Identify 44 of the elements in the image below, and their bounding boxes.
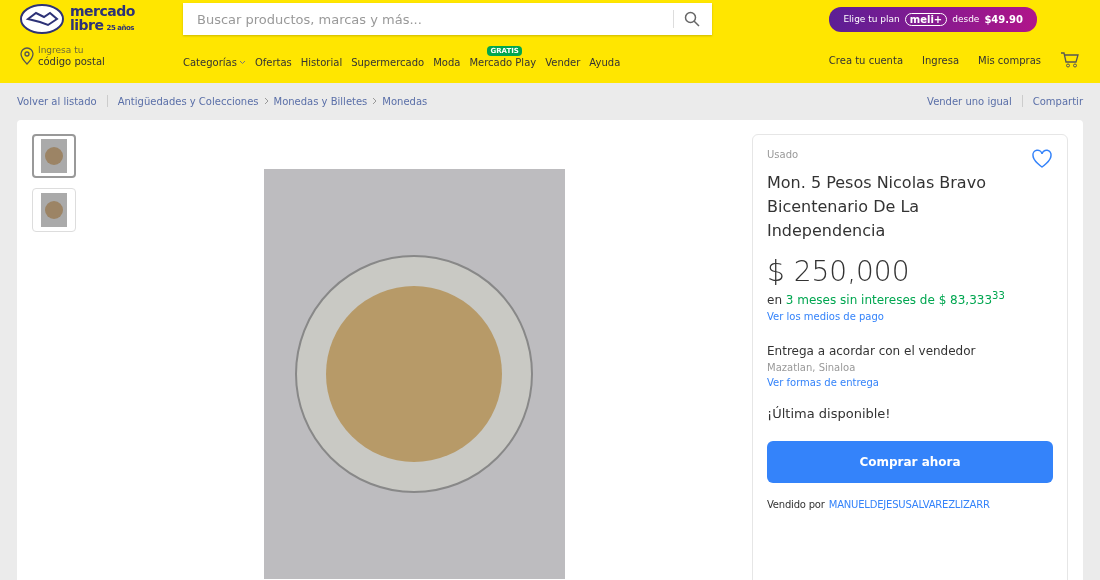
chevron-right-icon <box>263 97 269 105</box>
nav-link[interactable]: Categorías <box>183 57 237 68</box>
payment-methods-link[interactable]: Ver los medios de pago <box>767 311 1053 322</box>
nav-link[interactable]: Vender <box>545 57 581 68</box>
condition-label: Usado <box>767 149 799 160</box>
product-title: Mon. 5 Pesos Nicolas Bravo Bicentenario De La Independencia <box>767 172 987 242</box>
thumbnail[interactable] <box>32 134 76 178</box>
account-link[interactable]: Ingresa <box>922 54 960 66</box>
nav-link[interactable]: Historial <box>300 57 343 68</box>
nav-link[interactable]: Moda <box>433 57 461 68</box>
breadcrumb-link[interactable]: Monedas <box>382 95 428 107</box>
nav-link[interactable]: Ofertas <box>254 57 292 68</box>
installments-prefix: en <box>767 293 782 307</box>
account-link[interactable]: Mis compras <box>978 54 1041 66</box>
account-link[interactable]: Crea tu cuenta <box>828 54 903 66</box>
postal-code-link[interactable]: código postal <box>38 56 105 68</box>
cart-icon[interactable] <box>1060 52 1080 68</box>
search-icon[interactable] <box>684 11 700 27</box>
installments-text: 3 meses sin intereses de $ 83,333$^{33}$ <box>785 293 1005 307</box>
nav-link[interactable]: Mercado Play <box>469 57 537 68</box>
seller-location: Mazatlan, Sinaloa <box>767 362 857 373</box>
nav-link[interactable]: Supermercado <box>351 57 425 68</box>
search-bar[interactable]: Buscar productos, marcas y más... <box>183 3 712 35</box>
location-hint[interactable]: Ingresa tu <box>38 44 105 56</box>
sold-by-label: Vendido por <box>767 499 825 510</box>
logo-text: mercado <box>70 3 135 18</box>
heart-icon[interactable] <box>1031 149 1053 169</box>
seller-link[interactable]: MANUELDEJESUSALVAREZLIZARR <box>828 499 990 510</box>
location-pin-icon[interactable] <box>20 47 34 65</box>
stock-label: ¡Última disponible! <box>767 406 892 421</box>
chevron-down-icon[interactable] <box>238 60 246 65</box>
buy-now-button[interactable]: Comprar ahora <box>767 441 1053 483</box>
action-link[interactable]: Vender uno igual <box>927 95 1012 107</box>
search-field[interactable]: Buscar productos, marcas y más... <box>195 10 663 28</box>
delivery-text: Entrega a acordar con el vendedor <box>767 344 977 358</box>
delivery-options-link[interactable]: Ver formas de entrega <box>767 377 1053 388</box>
breadcrumb-link[interactable]: Monedas y Billetes <box>273 95 368 107</box>
chevron-right-icon <box>372 97 378 105</box>
price: $ 250,000 <box>767 255 911 288</box>
action-link[interactable]: Compartir <box>1032 95 1083 107</box>
breadcrumb-link[interactable]: Antigüedades y Colecciones <box>117 95 259 107</box>
subscription-banner[interactable]: Elige tu plan meli+ desde $49.90 <box>829 6 1037 32</box>
back-link[interactable]: Volver al listado <box>17 95 97 107</box>
nav-link[interactable]: Ayuda <box>589 57 621 68</box>
